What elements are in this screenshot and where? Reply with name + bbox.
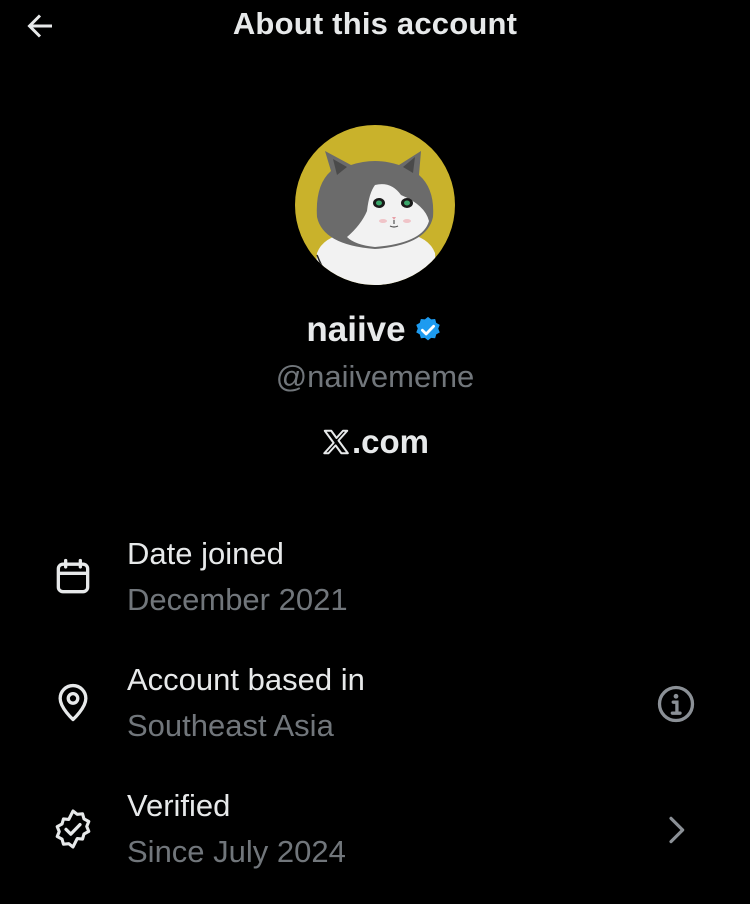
verified-badge-icon	[412, 314, 444, 346]
row-label: Date joined	[127, 536, 284, 571]
info-icon[interactable]	[652, 680, 700, 728]
x-logo-icon	[321, 427, 351, 457]
location-pin-icon	[50, 680, 96, 726]
display-name: naiive	[306, 310, 406, 349]
row-value: Southeast Asia	[127, 708, 334, 743]
pixel-art-cat-avatar	[295, 125, 455, 285]
username-handle: @naiivememe	[275, 359, 475, 394]
verified-row[interactable]: Verified Since July 2024	[0, 788, 750, 888]
chevron-right-icon[interactable]	[652, 806, 700, 854]
top-bar: About this account	[0, 0, 750, 52]
account-based-in-row: Account based in Southeast Asia	[0, 662, 750, 762]
verified-seal-icon	[50, 806, 96, 852]
date-joined-row: Date joined December 2021	[0, 536, 750, 636]
name-row: naiive	[0, 310, 750, 350]
domain-row: .com	[0, 423, 750, 461]
domain-text: .com	[351, 423, 430, 460]
avatar[interactable]	[295, 125, 455, 285]
row-label: Account based in	[127, 662, 365, 697]
calendar-icon	[50, 554, 96, 600]
row-label: Verified	[127, 788, 231, 823]
page-title: About this account	[232, 6, 518, 41]
row-value: December 2021	[127, 582, 348, 617]
row-value: Since July 2024	[127, 834, 346, 869]
